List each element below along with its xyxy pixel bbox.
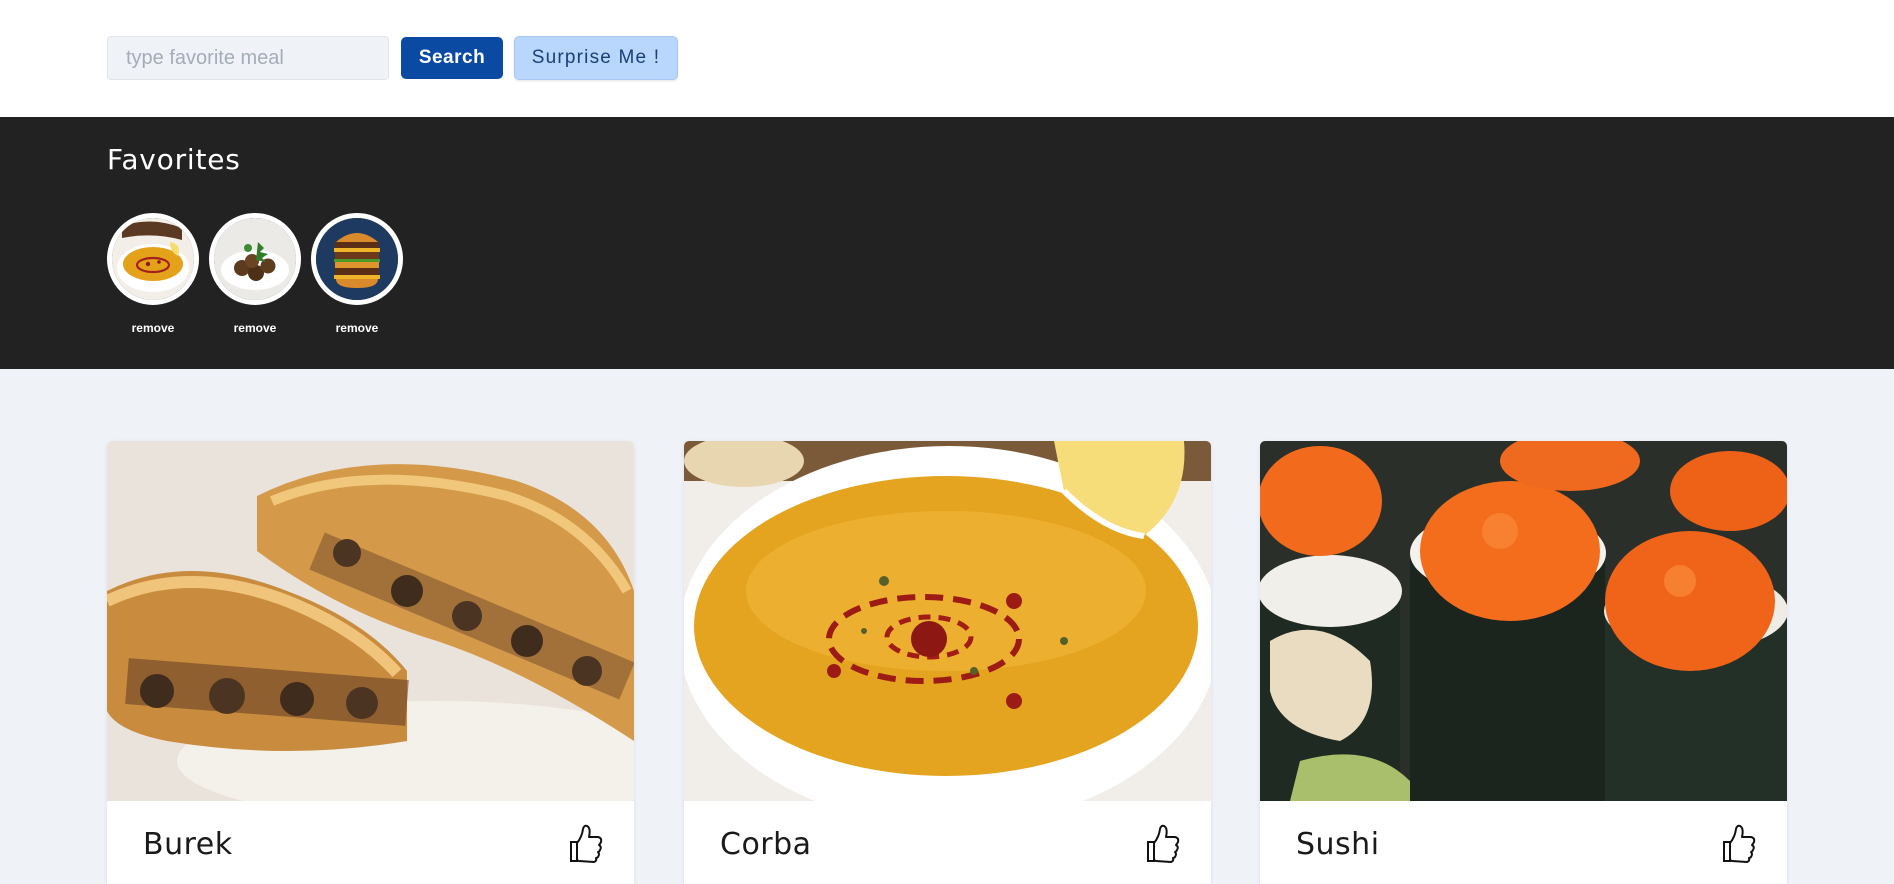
surprise-me-button[interactable]: Surprise Me ! [514, 36, 678, 80]
meal-image [684, 441, 1211, 801]
meal-image [107, 441, 634, 801]
like-button[interactable] [565, 823, 605, 865]
favorite-item: remove [107, 213, 199, 337]
like-button[interactable] [1718, 823, 1758, 865]
favorite-meatballs-avatar[interactable] [209, 213, 301, 305]
like-button[interactable] [1142, 823, 1182, 865]
burek-photo [107, 441, 634, 801]
favorite-burger-avatar[interactable] [311, 213, 403, 305]
thumbs-up-icon [570, 824, 603, 863]
search-button[interactable]: Search [401, 37, 503, 79]
favorite-soup-avatar[interactable] [107, 213, 199, 305]
search-input[interactable] [107, 36, 389, 80]
favorites-title: Favorites [107, 143, 241, 176]
thumbs-up-icon [1147, 824, 1180, 863]
soup-thumbnail [112, 218, 194, 300]
meals-grid: Burek Corba Sushi [0, 369, 1894, 884]
remove-favorite-button[interactable]: remove [132, 321, 175, 335]
meal-name: Burek [143, 827, 233, 862]
meal-card: Burek [107, 441, 634, 884]
remove-favorite-button[interactable]: remove [234, 321, 277, 335]
remove-favorite-button[interactable]: remove [336, 321, 379, 335]
favorites-section: Favorites remove remove remove [0, 117, 1894, 369]
search-header: Search Surprise Me ! [0, 0, 1894, 117]
meatballs-thumbnail [214, 218, 296, 300]
sushi-photo [1260, 441, 1787, 801]
meal-card: Corba [684, 441, 1211, 884]
favorite-item: remove [311, 213, 403, 337]
thumbs-up-icon [1723, 824, 1756, 863]
favorite-item: remove [209, 213, 301, 337]
meal-card: Sushi [1260, 441, 1787, 884]
meal-name: Corba [720, 827, 812, 862]
corba-soup-photo [684, 441, 1211, 801]
meal-name: Sushi [1296, 827, 1380, 862]
burger-thumbnail [316, 218, 398, 300]
meal-image [1260, 441, 1787, 801]
